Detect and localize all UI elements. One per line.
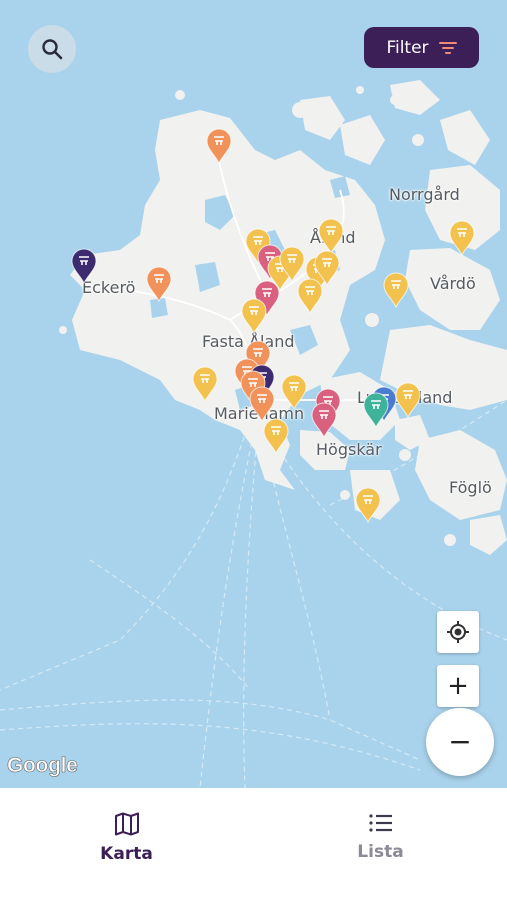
- map-marker[interactable]: [205, 128, 233, 164]
- place-label-vardo: Vårdö: [430, 274, 476, 293]
- map-marker[interactable]: [296, 278, 324, 314]
- map-marker[interactable]: [280, 374, 308, 410]
- map-marker[interactable]: [248, 386, 276, 422]
- tab-karta-label: Karta: [100, 844, 153, 864]
- map-marker[interactable]: [382, 272, 410, 308]
- search-icon: [42, 39, 63, 60]
- bottom-tab-bar: Karta Lista: [0, 788, 507, 900]
- map-marker[interactable]: [70, 248, 98, 284]
- place-label-foglo: Föglö: [449, 478, 492, 497]
- map-marker[interactable]: [362, 392, 390, 428]
- minus-icon: −: [448, 725, 472, 758]
- place-label-hogskar: Högskär: [316, 440, 382, 459]
- map-view[interactable]: Norrgård Åland Vårdö Eckerö Fasta Åland …: [0, 0, 507, 788]
- filter-button[interactable]: Filter: [364, 27, 479, 68]
- map-marker[interactable]: [191, 366, 219, 402]
- google-logo: Google: [7, 754, 78, 778]
- zoom-out-button[interactable]: −: [426, 708, 494, 776]
- map-marker[interactable]: [354, 487, 382, 523]
- map-marker[interactable]: [448, 220, 476, 256]
- map-marker[interactable]: [394, 382, 422, 418]
- map-marker[interactable]: [310, 402, 338, 438]
- map-icon: [114, 812, 139, 836]
- search-button[interactable]: [28, 25, 76, 73]
- my-location-button[interactable]: [437, 611, 479, 653]
- tab-lista[interactable]: Lista: [254, 788, 507, 900]
- filter-lines-icon: [438, 41, 457, 54]
- tab-lista-label: Lista: [357, 842, 404, 862]
- place-label-norrgard: Norrgård: [389, 185, 460, 204]
- map-marker[interactable]: [240, 298, 268, 334]
- filter-label: Filter: [386, 37, 429, 58]
- map-marker[interactable]: [278, 246, 306, 282]
- plus-icon: +: [447, 671, 469, 701]
- map-marker[interactable]: [145, 266, 173, 302]
- map-marker[interactable]: [262, 418, 290, 454]
- crosshair-icon: [447, 621, 469, 643]
- tab-karta[interactable]: Karta: [0, 788, 253, 900]
- list-icon: [368, 814, 392, 832]
- zoom-in-button[interactable]: +: [437, 665, 479, 707]
- map-marker[interactable]: [317, 218, 345, 254]
